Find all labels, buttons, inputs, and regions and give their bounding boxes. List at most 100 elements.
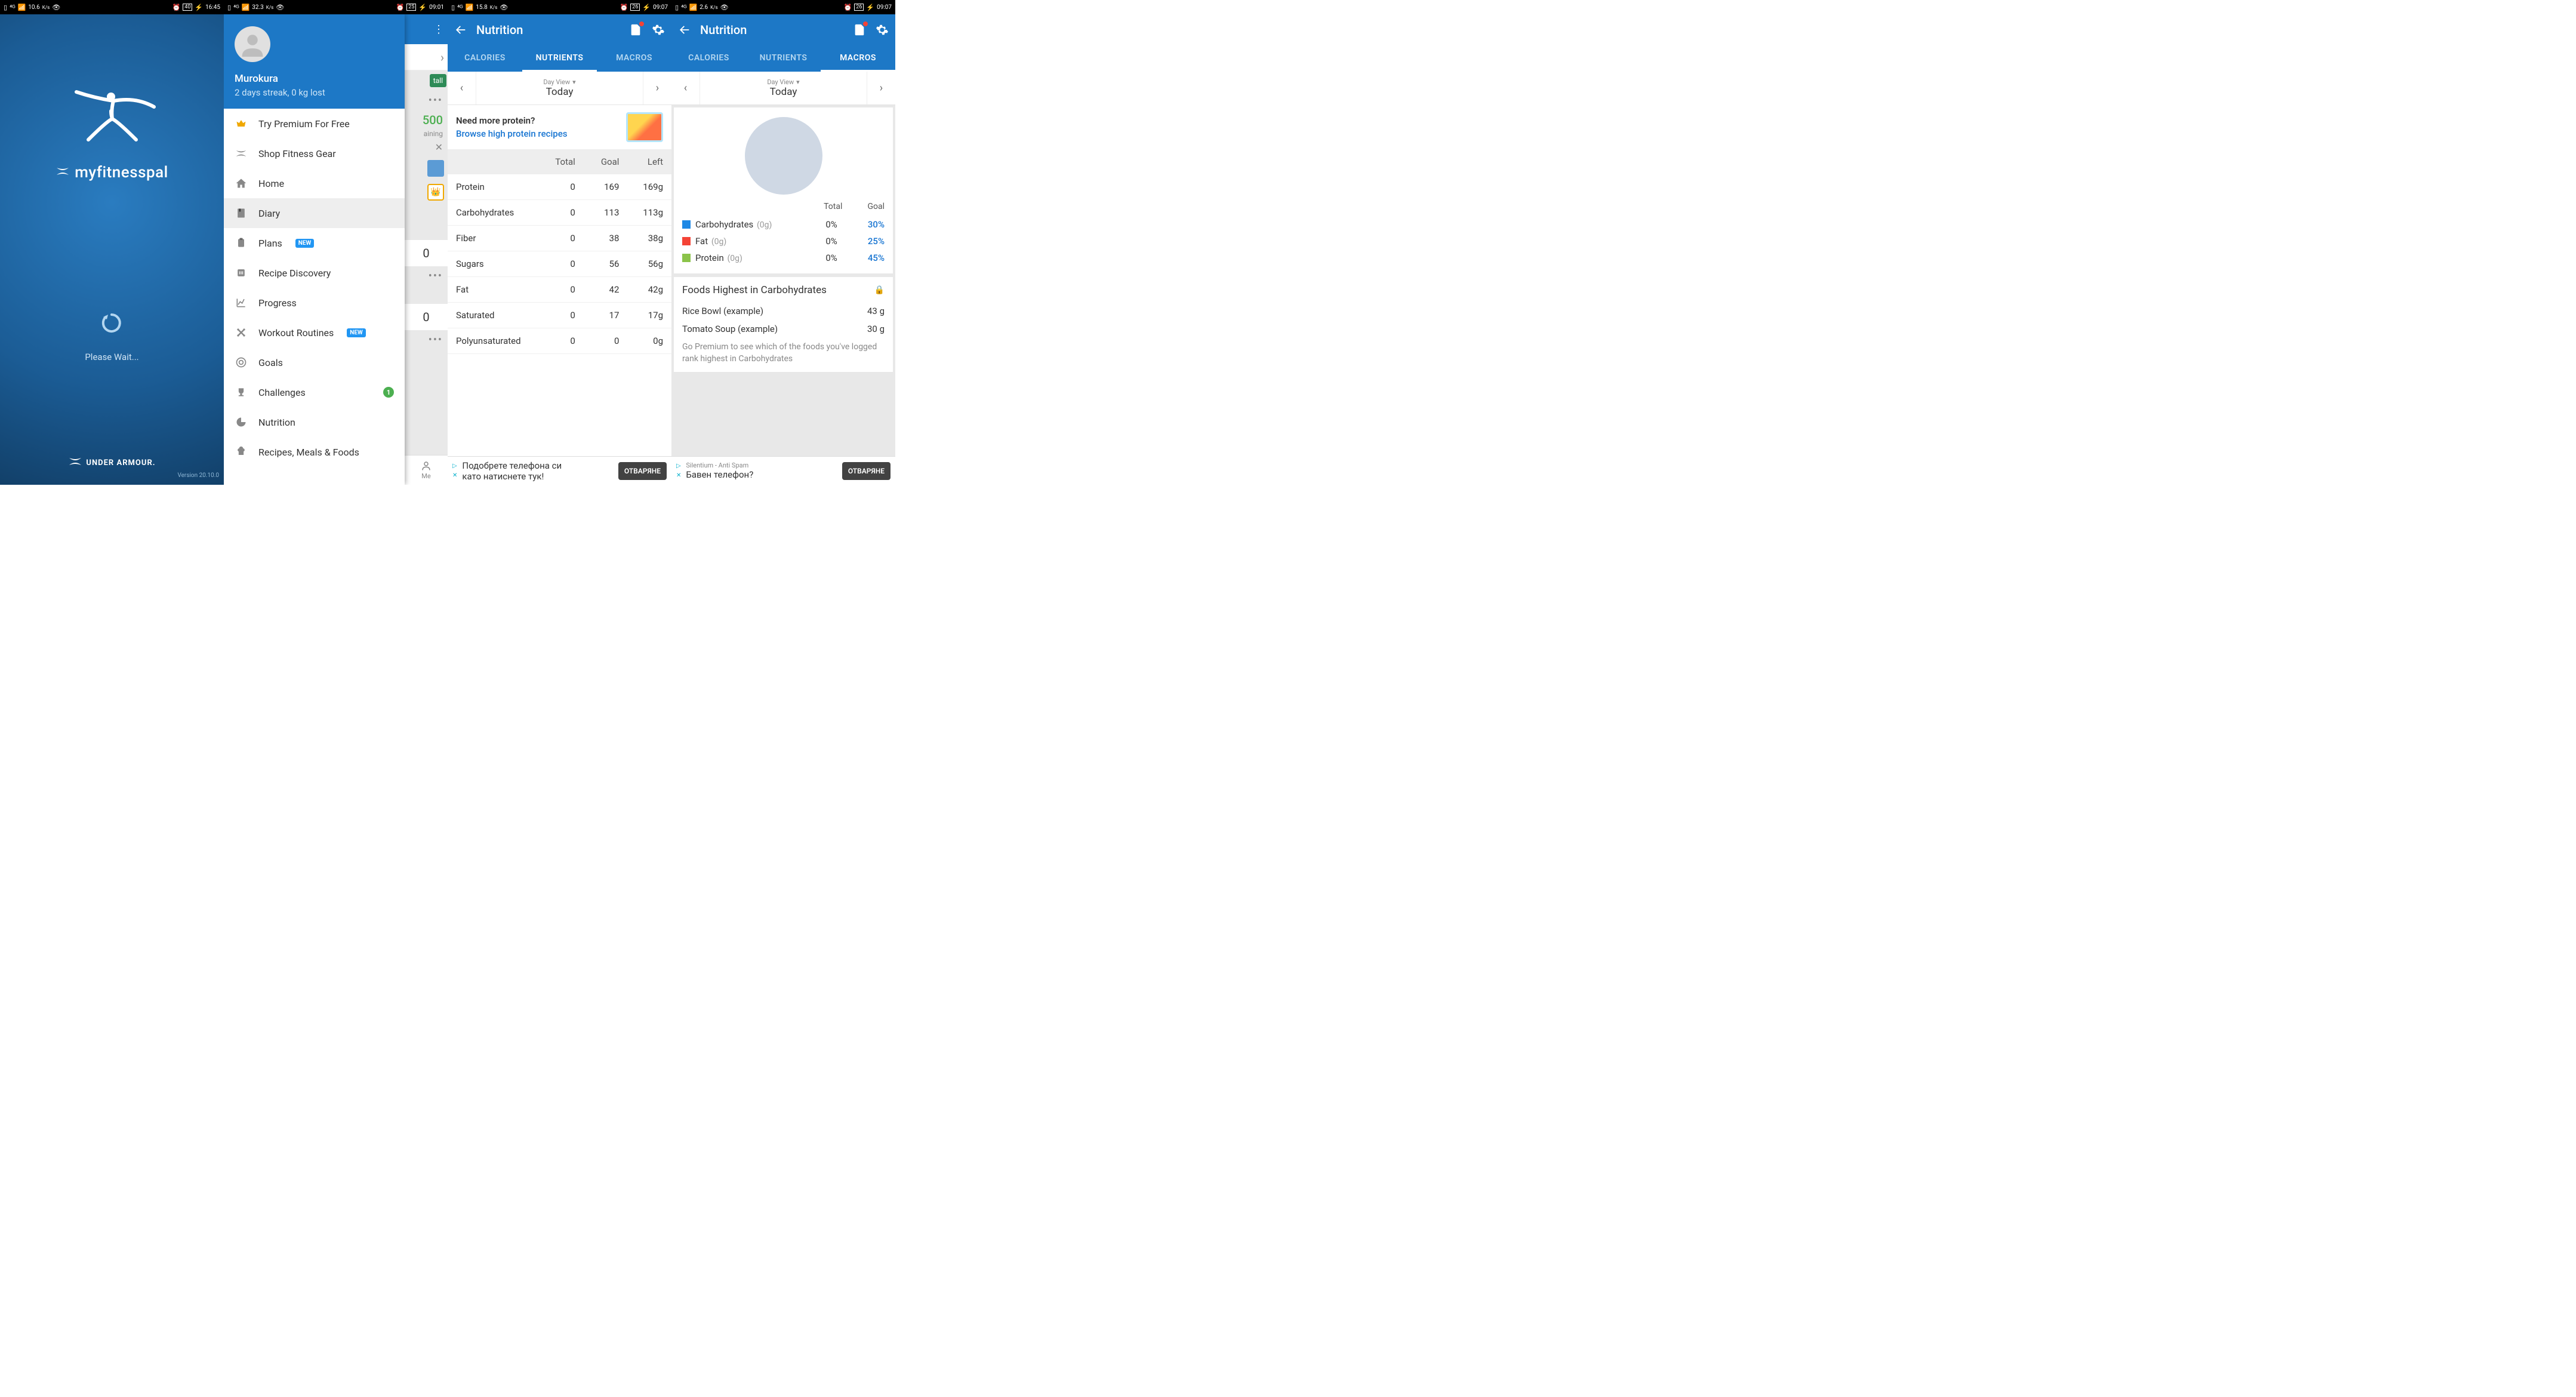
food-row[interactable]: Tomato Soup (example)30 g [682,320,885,338]
drawer-item-goals[interactable]: Goals [224,347,405,377]
date-prev-button[interactable]: ‹ [671,72,700,104]
export-button[interactable] [852,23,867,37]
workout-icon [235,326,248,339]
ad-info-icon[interactable]: ▷ [676,463,681,469]
drawer-item-premium[interactable]: Try Premium For Free [224,109,405,139]
clock: 09:07 [877,4,892,11]
back-chevron[interactable]: › [405,44,448,70]
col-left: Left [619,156,663,167]
charging-icon: ⚡ [418,4,427,11]
drawer-header[interactable]: Murokura 2 days streak, 0 kg lost [224,14,405,109]
nutrient-row[interactable]: Carbohydrates0113113g [448,200,671,226]
ad-line1: Подобрете телефона си [462,460,613,471]
drawer-item-progress[interactable]: Progress [224,288,405,318]
loading-spinner-icon [101,312,122,334]
wait-text: Please Wait... [85,352,138,362]
drawer-item-label: Shop Fitness Gear [258,148,336,159]
ad-banner[interactable]: ▷ ✕ Silentium - Anti Spam Бавен телефон?… [671,456,895,485]
sim-icon: ▯ [4,4,7,11]
macro-row[interactable]: Fat (0g)0%25% [682,233,885,250]
nutrient-name: Fiber [456,233,531,244]
tab-calories[interactable]: CALORIES [671,45,746,72]
net-speed: 2.6 [700,4,708,11]
nutrient-row[interactable]: Protein0169169g [448,174,671,200]
back-button[interactable] [677,23,692,37]
ua-footer-icon [68,457,82,469]
net-speed: 10.6 [28,4,40,11]
nutrient-row[interactable]: Saturated01717g [448,303,671,328]
nutrient-left: 17g [619,310,663,321]
tab-macros[interactable]: MACROS [821,45,895,72]
export-button[interactable] [628,23,643,37]
date-picker[interactable]: Day View▾ Today [476,78,643,98]
drawer-item-nutrition[interactable]: Nutrition [224,407,405,437]
tab-nutrients[interactable]: NUTRIENTS [746,45,821,72]
date-next-button[interactable]: › [643,72,671,104]
macro-row[interactable]: Carbohydrates (0g)0%30% [682,216,885,233]
avatar[interactable] [235,26,270,62]
more-icon[interactable]: ••• [405,91,448,110]
nutrient-left: 169g [619,181,663,192]
nutrient-row[interactable]: Polyunsaturated000g [448,328,671,354]
nutrient-name: Polyunsaturated [456,336,531,346]
date-picker[interactable]: Day View▾ Today [700,78,867,98]
date-nav: ‹ Day View▾ Today › [448,72,671,105]
drawer-streak: 2 days streak, 0 kg lost [235,87,394,98]
nutrient-row[interactable]: Fiber03838g [448,226,671,251]
ad-open-button[interactable]: ОТВАРЯНЕ [842,462,890,480]
promo-link[interactable]: Browse high protein recipes [456,128,620,139]
screen-nutrients: ▯ ⁴ᴳ 📶 15.8 K/s 👁 ⏰ 26 ⚡ 09:07 Nutrition… [448,0,671,485]
nutrient-goal: 42 [575,284,620,295]
drawer-backdrop[interactable]: ⋮ › tall ••• 500 aining ✕ 👑 0 ••• 0 ••• … [405,14,448,485]
ad-banner[interactable]: ▷ ✕ Подобрете телефона си като натиснете… [448,456,671,485]
nutrient-row[interactable]: Fat04242g [448,277,671,303]
settings-button[interactable] [875,23,889,37]
date-main-label: Today [546,86,574,98]
food-name: Rice Bowl (example) [682,306,763,316]
drawer-item-challenges[interactable]: Challenges1 [224,377,405,407]
nutrient-row[interactable]: Sugars05656g [448,251,671,277]
drawer-item-workout[interactable]: Workout RoutinesNEW [224,318,405,347]
ad-line1: Silentium - Anti Spam [686,461,837,469]
date-prev-button[interactable]: ‹ [448,72,476,104]
drawer-item-chef[interactable]: Recipes, Meals & Foods [224,437,405,467]
tab-me[interactable]: Me [405,455,448,485]
ad-close-icon[interactable]: ✕ [676,473,681,479]
drawer-item-home[interactable]: Home [224,168,405,198]
nutrient-total: 0 [531,284,575,295]
count-badge: 1 [383,387,394,398]
date-next-button[interactable]: › [867,72,895,104]
food-row[interactable]: Rice Bowl (example)43 g [682,302,885,320]
plans-icon [235,236,248,250]
install-chip[interactable]: tall [430,74,446,87]
nutrient-goal: 38 [575,233,620,244]
close-icon[interactable]: ✕ [405,138,448,156]
ad-open-button[interactable]: ОТВАРЯНЕ [618,462,667,480]
back-button[interactable] [454,23,468,37]
lock-icon: 🔒 [874,285,885,295]
more-icon[interactable]: ••• [405,330,448,350]
ua-icon [235,147,248,160]
settings-button[interactable] [651,23,665,37]
drawer-item-label: Workout Routines [258,327,334,339]
nutrient-left: 38g [619,233,663,244]
nutrient-name: Saturated [456,310,531,321]
tab-label: NUTRIENTS [536,53,584,63]
promo-card[interactable]: Need more protein? Browse high protein r… [448,105,671,149]
tab-label: MACROS [840,53,876,63]
nutrient-left: 42g [619,284,663,295]
tab-nutrients[interactable]: NUTRIENTS [522,45,597,72]
ad-info-icon[interactable]: ▷ [452,463,457,469]
drawer-item-recipe[interactable]: Recipe Discovery [224,258,405,288]
drawer-item-diary[interactable]: Diary [224,198,405,228]
tab-macros[interactable]: MACROS [597,45,671,72]
macro-row[interactable]: Protein (0g)0%45% [682,250,885,266]
drawer-item-ua[interactable]: Shop Fitness Gear [224,139,405,168]
sim-icon: ▯ [451,4,455,11]
overflow-icon[interactable]: ⋮ [433,23,444,36]
more-icon[interactable]: ••• [405,266,448,286]
ad-close-icon[interactable]: ✕ [452,473,457,479]
drawer-item-plans[interactable]: PlansNEW [224,228,405,258]
splash-body: myfitnesspal Please Wait... UNDER ARMOUR… [0,14,224,485]
tab-calories[interactable]: CALORIES [448,45,522,72]
